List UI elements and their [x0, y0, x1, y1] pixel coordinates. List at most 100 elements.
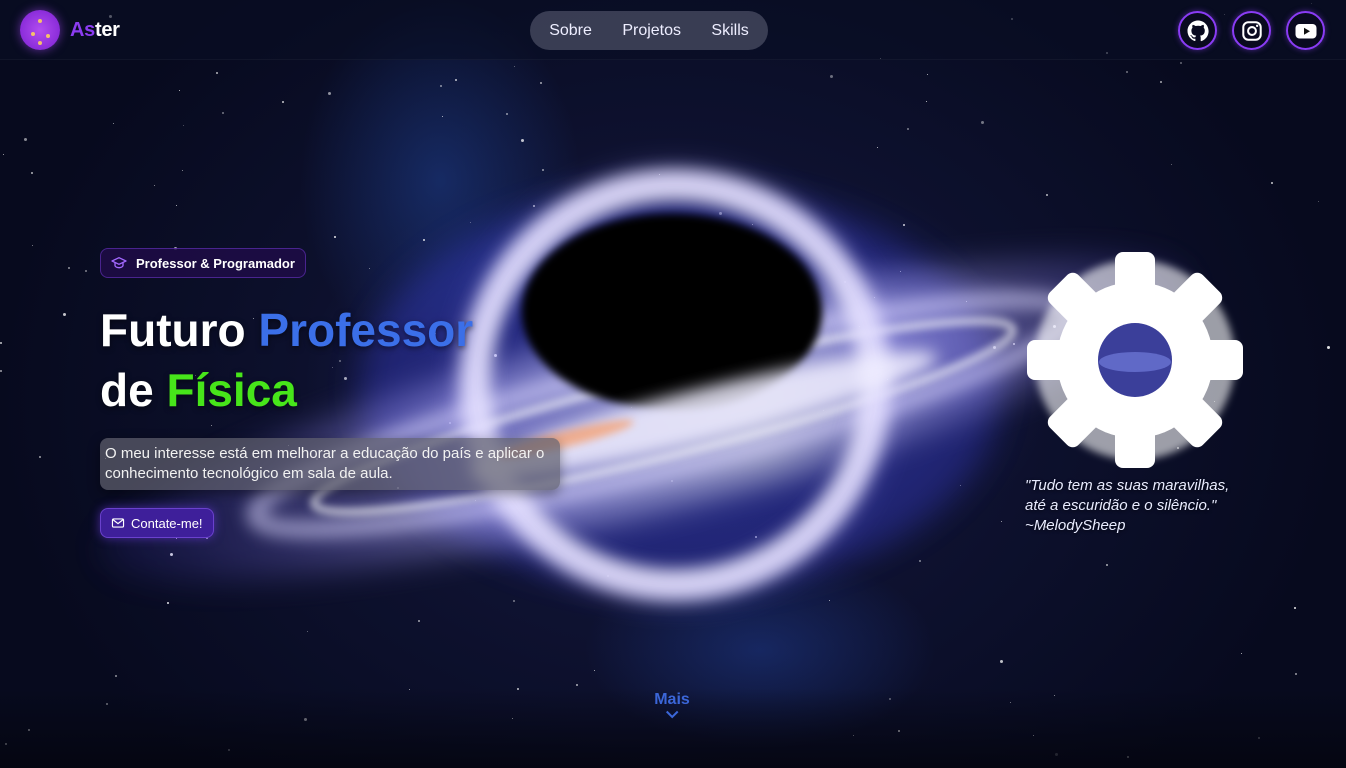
star	[683, 314, 685, 316]
star	[844, 281, 846, 283]
star	[211, 425, 212, 426]
star	[752, 224, 753, 225]
brand-name-part2: ter	[94, 18, 120, 41]
star	[328, 92, 331, 95]
star	[927, 74, 928, 75]
star	[903, 224, 905, 226]
star	[521, 139, 524, 142]
brand-name: Aster	[70, 19, 120, 42]
star	[576, 684, 578, 686]
star	[1171, 164, 1172, 165]
star	[966, 301, 967, 302]
star	[216, 72, 218, 74]
star	[877, 147, 878, 148]
star	[183, 125, 184, 126]
star	[0, 342, 2, 344]
nav-item-skills[interactable]: Skills	[705, 18, 754, 44]
star	[68, 267, 70, 269]
star	[889, 698, 891, 700]
instagram-icon	[1241, 20, 1262, 41]
star	[5, 743, 7, 745]
quote: "Tudo tem as suas maravilhas, até a escu…	[1025, 476, 1275, 536]
star	[719, 212, 722, 215]
star	[282, 101, 284, 103]
youtube-icon	[1295, 23, 1316, 38]
star	[1160, 81, 1162, 83]
star	[853, 735, 854, 736]
star	[1033, 735, 1034, 736]
star	[1177, 447, 1179, 449]
star	[170, 553, 173, 556]
star	[981, 121, 984, 124]
mail-icon	[111, 518, 125, 528]
star	[1053, 325, 1056, 328]
title-part-de: de	[100, 364, 167, 416]
star	[1318, 201, 1319, 202]
star	[533, 205, 535, 207]
instagram-link[interactable]	[1232, 11, 1271, 50]
star	[455, 79, 457, 81]
star	[517, 688, 519, 690]
nav-item-projetos[interactable]: Projetos	[616, 18, 687, 44]
star	[859, 326, 860, 327]
star	[179, 90, 180, 91]
contact-button-label: Contate-me!	[131, 515, 203, 531]
star	[540, 82, 542, 84]
star	[512, 718, 513, 719]
star	[418, 620, 420, 622]
star	[926, 101, 927, 102]
github-link[interactable]	[1178, 11, 1217, 50]
star	[28, 729, 30, 731]
star	[1327, 346, 1330, 349]
star	[423, 239, 425, 241]
hero-description: O meu interesse está em melhorar a educa…	[100, 438, 560, 490]
nav-item-sobre[interactable]: Sobre	[543, 18, 598, 44]
star	[1214, 401, 1215, 402]
youtube-link[interactable]	[1286, 11, 1325, 50]
star	[542, 169, 544, 171]
contact-button[interactable]: Contate-me!	[100, 508, 214, 538]
star	[1126, 71, 1128, 73]
star	[85, 270, 87, 272]
star	[409, 689, 410, 690]
star	[1010, 702, 1011, 703]
star	[823, 410, 824, 411]
star	[1000, 660, 1003, 663]
star	[1001, 521, 1002, 522]
star	[167, 602, 169, 604]
star	[307, 631, 308, 632]
more-scroll-link[interactable]: Mais	[654, 691, 690, 719]
navbar: Aster Sobre Projetos Skills	[0, 0, 1346, 60]
star	[442, 116, 443, 117]
main-nav: Sobre Projetos Skills	[530, 11, 768, 50]
star	[470, 222, 471, 223]
star	[514, 66, 515, 67]
star	[154, 185, 155, 186]
social-links	[1178, 11, 1325, 50]
star	[31, 172, 33, 174]
planet-logo-icon	[20, 10, 60, 50]
star	[1258, 737, 1260, 739]
star	[919, 560, 921, 562]
star	[874, 297, 875, 298]
brand-name-part1: As	[70, 18, 95, 41]
star	[671, 480, 673, 482]
title-part-futuro: Futuro	[100, 304, 259, 356]
star	[603, 333, 604, 334]
star	[449, 422, 451, 424]
role-badge: Professor & Programador	[100, 248, 306, 278]
star	[907, 128, 909, 130]
star	[39, 456, 41, 458]
star	[513, 600, 515, 602]
star	[665, 336, 667, 338]
star	[113, 123, 114, 124]
star	[228, 749, 230, 751]
role-badge-label: Professor & Programador	[136, 255, 295, 271]
star	[1055, 753, 1058, 756]
quote-line2: até a escuridão e o silêncio."	[1025, 497, 1217, 514]
star	[1294, 607, 1296, 609]
star	[1241, 653, 1242, 654]
brand[interactable]: Aster	[20, 10, 120, 50]
star	[993, 346, 996, 349]
title-part-professor: Professor	[258, 304, 474, 356]
